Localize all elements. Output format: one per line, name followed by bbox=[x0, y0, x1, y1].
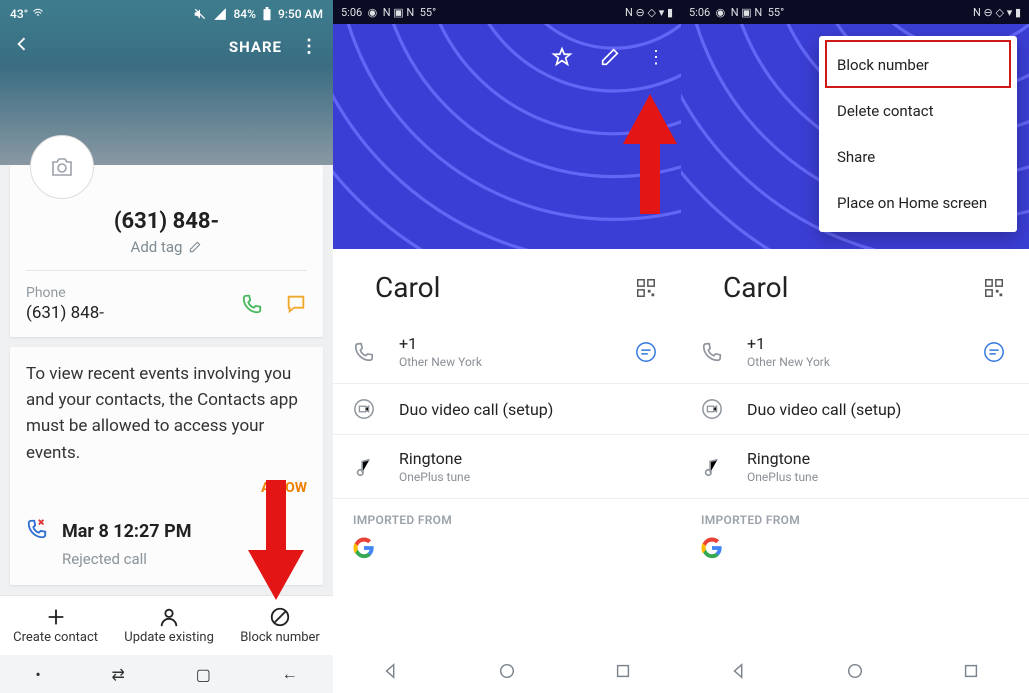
ringtone-row[interactable]: Ringtone OnePlus tune bbox=[333, 435, 681, 498]
overflow-menu: Block number Delete contact Share Place … bbox=[819, 36, 1017, 232]
sms-icon[interactable] bbox=[983, 341, 1005, 363]
nav-home-icon[interactable] bbox=[498, 662, 516, 680]
edit-icon[interactable] bbox=[599, 46, 621, 68]
signal-icon bbox=[213, 7, 227, 21]
video-icon bbox=[353, 398, 375, 420]
ringtone-label: Ringtone bbox=[747, 449, 818, 468]
battery-icon bbox=[262, 7, 272, 21]
redacted-lastname bbox=[800, 277, 864, 299]
ringtone-value: OnePlus tune bbox=[399, 470, 470, 484]
system-nav bbox=[333, 649, 681, 693]
phone-meta: Other New York bbox=[399, 355, 521, 369]
status-bar: 5:06 ◉ N ▣ N 55° N ⊖ ◇ ▾ ▮ bbox=[681, 0, 1029, 24]
status-temp: 43° bbox=[10, 7, 45, 21]
avatar[interactable] bbox=[30, 135, 94, 199]
contact-number: (631) 848- bbox=[26, 209, 307, 234]
music-note-icon bbox=[353, 456, 375, 478]
phone-row[interactable]: +1 Other New York bbox=[333, 320, 681, 383]
status-bar: 5:06 ◉ N ▣ N 55° N ⊖ ◇ ▾ ▮ bbox=[333, 0, 681, 24]
nav-dot-icon[interactable]: • bbox=[35, 665, 40, 684]
phone-prefix: +1 bbox=[747, 334, 765, 353]
create-contact-button[interactable]: Create contact bbox=[13, 606, 98, 645]
system-nav: • ⇄ ▢ ← bbox=[0, 655, 333, 693]
samsung-contact-screen: 43° 84% 9:50 AM SHARE ⋮ (631) 8 bbox=[0, 0, 333, 693]
status-battery: 84% bbox=[233, 7, 255, 21]
phone-row[interactable]: +1 Other New York bbox=[681, 320, 1029, 383]
menu-place-home[interactable]: Place on Home screen bbox=[819, 180, 1017, 226]
imported-from-label: IMPORTED FROM bbox=[333, 499, 681, 529]
phone-meta: Other New York bbox=[747, 355, 869, 369]
mute-icon bbox=[193, 7, 207, 21]
more-icon[interactable]: ⋮ bbox=[647, 47, 665, 68]
google-icon bbox=[353, 537, 375, 559]
update-existing-button[interactable]: Update existing bbox=[124, 606, 214, 645]
redacted-lastname bbox=[452, 277, 516, 299]
camera-icon bbox=[50, 157, 74, 177]
call-icon[interactable] bbox=[241, 293, 263, 315]
imported-from-label: IMPORTED FROM bbox=[681, 499, 1029, 529]
duo-label: Duo video call (setup) bbox=[399, 400, 553, 419]
phone-icon bbox=[353, 341, 375, 363]
star-icon[interactable] bbox=[551, 46, 573, 68]
contact-name: Carol bbox=[723, 271, 788, 304]
google-icon bbox=[701, 537, 723, 559]
system-nav bbox=[681, 649, 1029, 693]
message-icon[interactable] bbox=[285, 293, 307, 315]
nav-recent-icon[interactable]: ⇄ bbox=[112, 665, 125, 684]
permission-text: To view recent events involving you and … bbox=[26, 361, 307, 466]
status-time: 9:50 AM bbox=[278, 7, 323, 21]
phone-label: Phone bbox=[26, 285, 104, 301]
edit-icon bbox=[188, 240, 202, 254]
redacted-phone bbox=[769, 337, 869, 351]
nav-home-icon[interactable] bbox=[846, 662, 864, 680]
status-bar: 43° 84% 9:50 AM bbox=[0, 0, 333, 28]
redacted-phone bbox=[421, 337, 521, 351]
duo-row[interactable]: Duo video call (setup) bbox=[333, 384, 681, 434]
contact-header: ⋮ bbox=[333, 24, 681, 249]
video-icon bbox=[701, 398, 723, 420]
more-icon[interactable]: ⋮ bbox=[300, 38, 319, 56]
share-button[interactable]: SHARE bbox=[229, 38, 282, 56]
menu-share[interactable]: Share bbox=[819, 134, 1017, 180]
nav-back-icon[interactable] bbox=[730, 662, 748, 680]
plus-icon bbox=[45, 606, 67, 628]
duo-label: Duo video call (setup) bbox=[747, 400, 901, 419]
recent-event: Mar 8 12:27 PM Rejected call bbox=[26, 518, 307, 571]
call-rejected-icon bbox=[26, 518, 48, 540]
event-status: Rejected call bbox=[62, 548, 191, 571]
event-time: Mar 8 12:27 PM bbox=[62, 518, 191, 546]
nav-recent-icon[interactable] bbox=[962, 662, 980, 680]
person-icon bbox=[158, 606, 180, 628]
block-icon bbox=[269, 606, 291, 628]
duo-row[interactable]: Duo video call (setup) bbox=[681, 384, 1029, 434]
nav-home-icon[interactable]: ▢ bbox=[196, 665, 211, 684]
phone-icon bbox=[701, 341, 723, 363]
phone-value: (631) 848- bbox=[26, 303, 104, 323]
nav-back-icon[interactable]: ← bbox=[282, 664, 298, 684]
ringtone-row[interactable]: Ringtone OnePlus tune bbox=[681, 435, 1029, 498]
qr-icon[interactable] bbox=[983, 277, 1005, 299]
android-contact-screen-1: 5:06 ◉ N ▣ N 55° N ⊖ ◇ ▾ ▮ ⋮ Carol +1 Ot… bbox=[333, 0, 681, 693]
music-note-icon bbox=[701, 456, 723, 478]
android-contact-screen-2: 5:06 ◉ N ▣ N 55° N ⊖ ◇ ▾ ▮ Block number … bbox=[681, 0, 1029, 693]
phone-prefix: +1 bbox=[399, 334, 417, 353]
add-tag-button[interactable]: Add tag bbox=[26, 238, 307, 256]
menu-delete-contact[interactable]: Delete contact bbox=[819, 88, 1017, 134]
nav-back-icon[interactable] bbox=[382, 662, 400, 680]
bottom-actions: Create contact Update existing Block num… bbox=[0, 595, 333, 655]
back-icon[interactable] bbox=[12, 34, 32, 60]
allow-button[interactable]: ALLOW bbox=[26, 478, 307, 500]
ringtone-label: Ringtone bbox=[399, 449, 470, 468]
annotation-highlight bbox=[825, 40, 1011, 88]
events-permission-card: To view recent events involving you and … bbox=[10, 347, 323, 585]
contact-card: (631) 848- Add tag Phone (631) 848- bbox=[10, 165, 323, 337]
nav-recent-icon[interactable] bbox=[614, 662, 632, 680]
block-number-button[interactable]: Block number bbox=[240, 606, 320, 645]
sms-icon[interactable] bbox=[635, 341, 657, 363]
contact-name: Carol bbox=[375, 271, 440, 304]
ringtone-value: OnePlus tune bbox=[747, 470, 818, 484]
qr-icon[interactable] bbox=[635, 277, 657, 299]
